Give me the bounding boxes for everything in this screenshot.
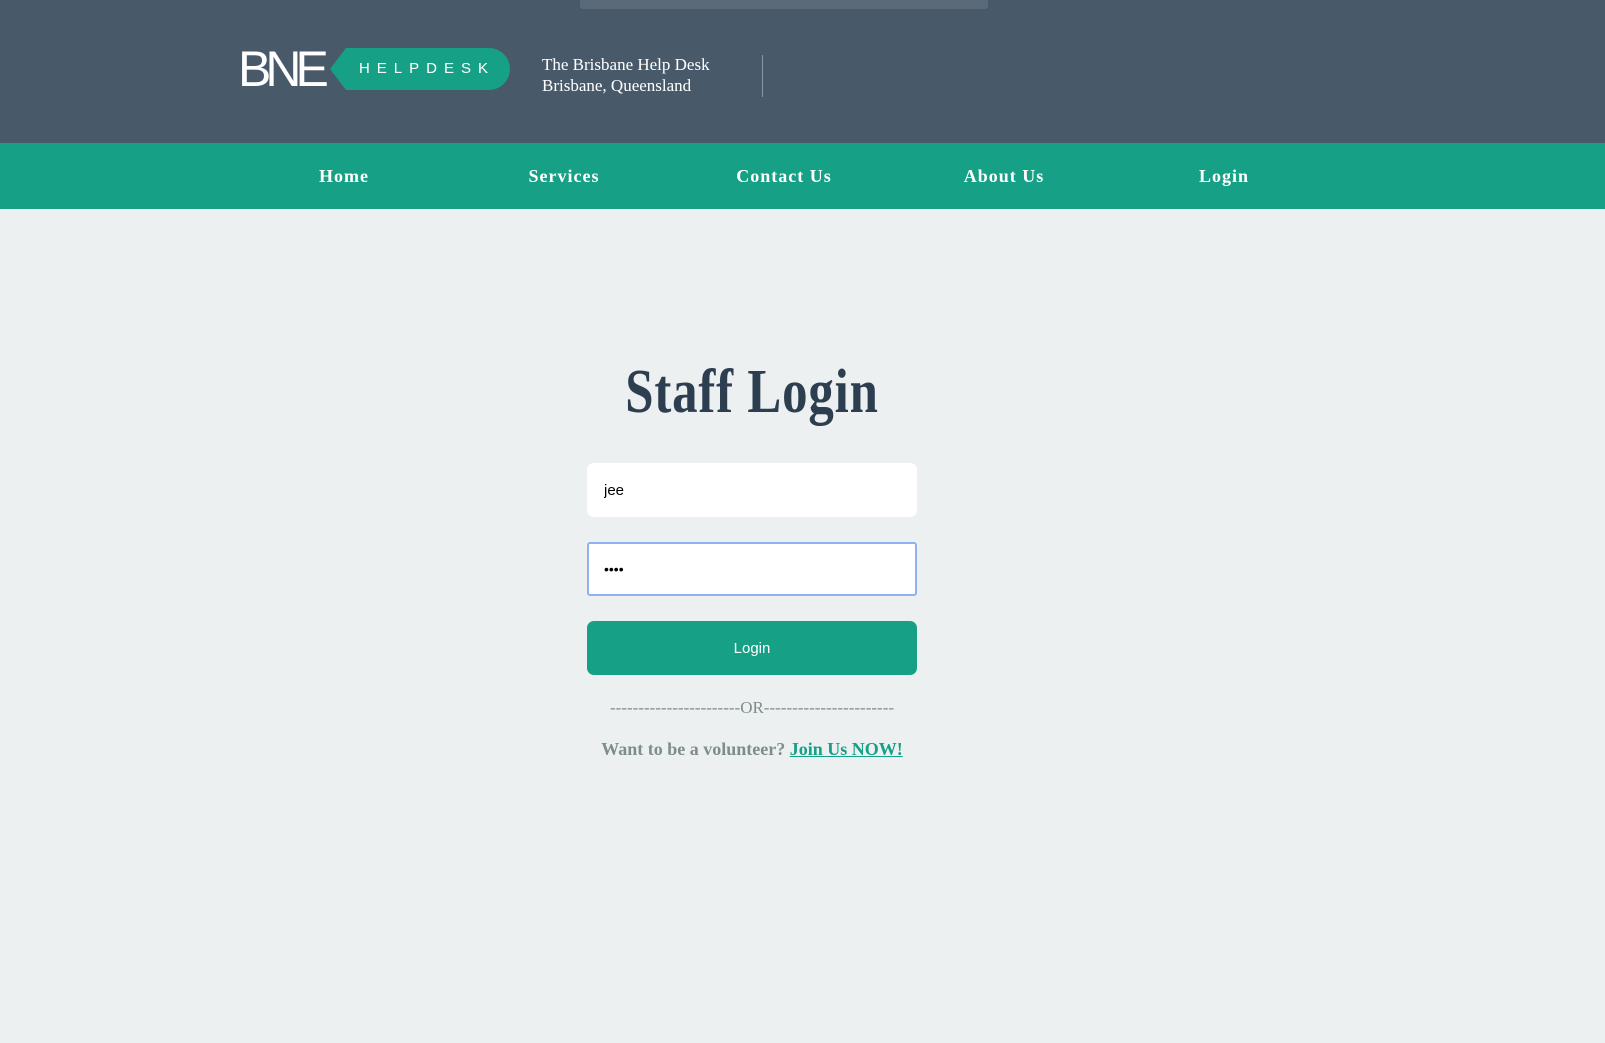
nav-item-home[interactable]: Home	[264, 143, 424, 209]
username-field[interactable]	[587, 463, 917, 517]
login-button[interactable]: Login	[587, 621, 917, 675]
org-info: The Brisbane Help Desk Brisbane, Queensl…	[542, 54, 710, 96]
volunteer-prompt-line: Want to be a volunteer? Join Us NOW!	[552, 737, 952, 761]
nav-item-contact-us[interactable]: Contact Us	[704, 143, 864, 209]
header-divider	[762, 55, 763, 97]
bne-helpdesk-logo[interactable]: BNE HELPDESK	[238, 41, 510, 97]
join-us-link[interactable]: Join Us NOW!	[790, 739, 903, 759]
logo-tag-text: HELPDESK	[358, 60, 496, 77]
logo-tag: HELPDESK	[330, 48, 510, 90]
nav-item-about-us[interactable]: About Us	[924, 143, 1084, 209]
org-name: The Brisbane Help Desk	[542, 55, 710, 74]
logo-mark: BNE	[238, 41, 329, 97]
page-title: Staff Login	[625, 358, 879, 426]
or-divider: -----------------------OR---------------…	[609, 698, 895, 717]
main-content: Staff Login Login ----------------------…	[0, 209, 1605, 1043]
top-strip	[580, 0, 988, 9]
nav-item-services[interactable]: Services	[484, 143, 644, 209]
volunteer-prompt: Want to be a volunteer?	[601, 739, 786, 759]
password-field[interactable]	[587, 542, 917, 596]
site-header: BNE HELPDESK The Brisbane Help Desk Bris…	[0, 0, 1605, 143]
nav-item-login[interactable]: Login	[1144, 143, 1304, 209]
main-nav: Home Services Contact Us About Us Login	[0, 143, 1605, 209]
org-location: Brisbane, Queensland	[542, 76, 692, 95]
